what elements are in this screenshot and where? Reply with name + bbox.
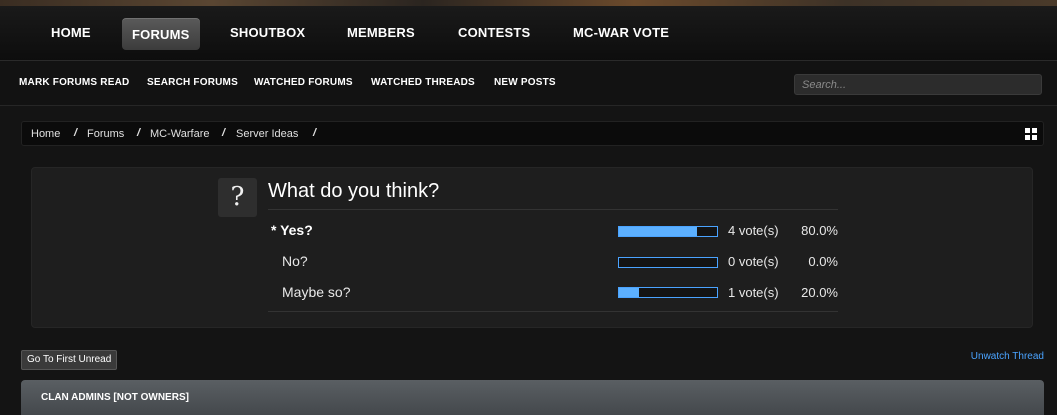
thread-title: CLAN ADMINS [NOT OWNERS]	[41, 392, 189, 403]
nav-home[interactable]: HOME	[51, 18, 91, 50]
breadcrumb-separator: /	[313, 127, 317, 139]
breadcrumb-server-ideas[interactable]: Server Ideas	[236, 128, 298, 140]
breadcrumb: Home / Forums / MC-Warfare / Server Idea…	[21, 121, 1044, 146]
unwatch-thread-link[interactable]: Unwatch Thread	[971, 351, 1044, 362]
breadcrumb-separator: /	[74, 127, 78, 139]
poll-option-label: * Yes?	[271, 222, 313, 238]
search-input[interactable]	[794, 74, 1042, 95]
breadcrumb-home[interactable]: Home	[31, 128, 60, 140]
poll-bar-fill	[619, 227, 698, 236]
nav-contests[interactable]: CONTESTS	[458, 18, 530, 50]
breadcrumb-separator: /	[137, 127, 141, 139]
poll-option-bar	[618, 226, 718, 237]
mark-forums-read-link[interactable]: MARK FORUMS READ	[19, 77, 129, 88]
search-forums-link[interactable]: SEARCH FORUMS	[147, 77, 238, 88]
poll-option-label: Maybe so?	[282, 284, 351, 300]
poll-option-votes: 1 vote(s)	[728, 285, 779, 300]
nav-members[interactable]: MEMBERS	[347, 18, 415, 50]
poll-option-votes: 4 vote(s)	[728, 223, 779, 238]
grid-view-icon[interactable]	[1025, 128, 1037, 140]
new-posts-link[interactable]: NEW POSTS	[494, 77, 556, 88]
poll-option-label: No?	[282, 253, 308, 269]
thread-header: CLAN ADMINS [NOT OWNERS]	[21, 380, 1044, 415]
poll-option-bar	[618, 287, 718, 298]
poll-bar-fill	[619, 288, 639, 297]
poll-divider	[268, 311, 838, 312]
poll-option-percent: 0.0%	[808, 254, 838, 269]
breadcrumb-mc-warfare[interactable]: MC-Warfare	[150, 128, 209, 140]
poll-option-bar	[618, 257, 718, 268]
poll-option-percent: 80.0%	[801, 223, 838, 238]
main-navbar: HOME FORUMS SHOUTBOX MEMBERS CONTESTS MC…	[0, 6, 1057, 61]
poll-question: What do you think?	[268, 180, 440, 202]
breadcrumb-separator: /	[222, 127, 226, 139]
watched-threads-link[interactable]: WATCHED THREADS	[371, 77, 475, 88]
question-mark-icon: ?	[218, 178, 257, 217]
nav-shoutbox[interactable]: SHOUTBOX	[230, 18, 305, 50]
watched-forums-link[interactable]: WATCHED FORUMS	[254, 77, 353, 88]
poll-option-percent: 20.0%	[801, 285, 838, 300]
go-to-first-unread-button[interactable]: Go To First Unread	[21, 350, 118, 370]
nav-forums[interactable]: FORUMS	[122, 18, 200, 50]
nav-mc-war-vote[interactable]: MC-WAR VOTE	[573, 18, 669, 50]
poll-container	[31, 167, 1033, 328]
poll-option-votes: 0 vote(s)	[728, 254, 779, 269]
sub-navbar: MARK FORUMS READ SEARCH FORUMS WATCHED F…	[0, 61, 1057, 106]
poll-divider	[268, 209, 838, 210]
breadcrumb-forums[interactable]: Forums	[87, 128, 124, 140]
